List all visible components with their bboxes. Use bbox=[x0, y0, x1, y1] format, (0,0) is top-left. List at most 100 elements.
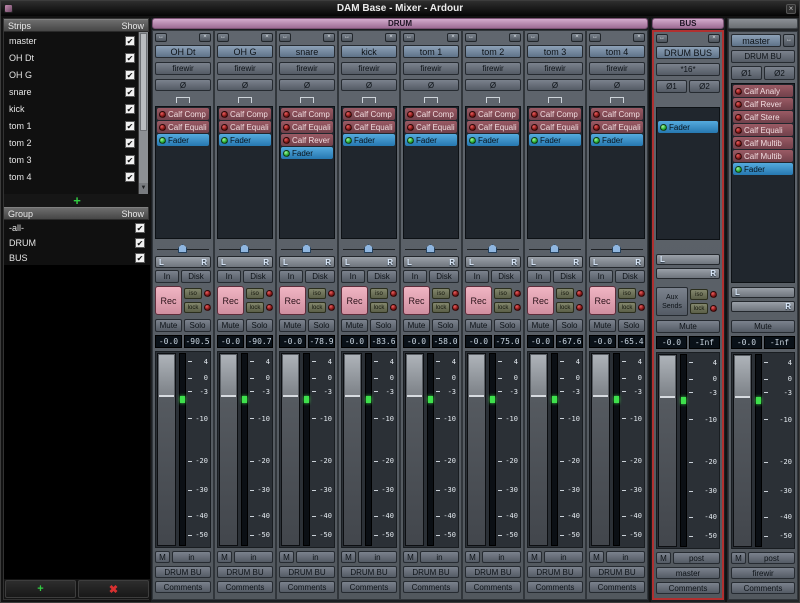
phase-button[interactable]: Ø bbox=[527, 79, 583, 91]
processor-active-led[interactable] bbox=[407, 111, 414, 118]
show-checkbox[interactable]: ✔ bbox=[135, 253, 145, 263]
group-list-item[interactable]: -all-✔ bbox=[4, 220, 150, 235]
show-checkbox[interactable]: ✔ bbox=[125, 70, 135, 80]
mute-button[interactable]: Mute bbox=[403, 319, 430, 332]
fader-processor[interactable]: Fader bbox=[281, 147, 333, 159]
gain-automation-button[interactable]: M bbox=[589, 551, 604, 563]
fader-processor[interactable]: Fader bbox=[219, 134, 271, 146]
input-monitor-button[interactable]: In bbox=[589, 270, 613, 283]
plugin-processor[interactable]: Calf Rever bbox=[733, 98, 793, 110]
metering-point-button[interactable]: in bbox=[544, 551, 583, 563]
add-strip-button[interactable]: + bbox=[73, 195, 81, 206]
mute-button[interactable]: Mute bbox=[527, 319, 554, 332]
pan-slider[interactable]: L R bbox=[527, 256, 583, 268]
plugin-processor[interactable]: Calf Multib bbox=[733, 137, 793, 149]
solo-isolate-button[interactable]: iso bbox=[184, 288, 202, 299]
comments-button[interactable]: Comments bbox=[341, 581, 397, 593]
input-button[interactable]: firewir bbox=[527, 62, 583, 75]
input-monitor-button[interactable]: In bbox=[403, 270, 427, 283]
pan-track[interactable] bbox=[527, 242, 583, 254]
processor-active-led[interactable] bbox=[735, 153, 742, 160]
metering-point-button[interactable]: in bbox=[482, 551, 521, 563]
fader-processor[interactable]: Fader bbox=[343, 134, 395, 146]
group-list-item[interactable]: DRUM✔ bbox=[4, 235, 150, 250]
input-monitor-button[interactable]: In bbox=[217, 270, 241, 283]
gain-display[interactable]: -0.0 bbox=[589, 335, 616, 348]
processor-active-led[interactable] bbox=[531, 137, 538, 144]
processor-active-led[interactable] bbox=[159, 111, 166, 118]
drum-group-tab[interactable]: DRUM bbox=[152, 18, 648, 29]
phase-button[interactable]: Ø bbox=[589, 79, 645, 91]
gain-fader[interactable] bbox=[529, 353, 548, 546]
plugin-processor[interactable]: Calf Rever bbox=[281, 134, 333, 146]
fader-handle[interactable] bbox=[593, 355, 608, 397]
peak-display[interactable]: -83.6 bbox=[370, 335, 397, 348]
processor-active-led[interactable] bbox=[735, 88, 742, 95]
gain-automation-button[interactable]: M bbox=[656, 552, 671, 564]
processor-box[interactable]: Calf CompCalf EqualiFader bbox=[403, 106, 459, 239]
plugin-processor[interactable]: Calf Comp bbox=[405, 108, 457, 120]
solo-lock-button[interactable]: lock bbox=[494, 302, 512, 313]
show-checkbox[interactable]: ✔ bbox=[125, 87, 135, 97]
input-button[interactable]: firewir bbox=[465, 62, 521, 75]
peak-display[interactable]: -67.6 bbox=[556, 335, 583, 348]
pan-position-marker[interactable] bbox=[612, 244, 621, 253]
group-tab-bracket[interactable] bbox=[215, 94, 275, 105]
fader-handle[interactable] bbox=[283, 355, 298, 397]
gain-display[interactable]: -0.0 bbox=[656, 336, 687, 349]
solo-isolate-button[interactable]: iso bbox=[690, 289, 708, 300]
bus-group-tab[interactable]: BUS bbox=[652, 18, 724, 29]
pan-track[interactable] bbox=[465, 242, 521, 254]
pan-right-slider[interactable]: R bbox=[731, 301, 795, 312]
strip-name-button[interactable]: kick bbox=[341, 45, 397, 58]
panner[interactable]: L R bbox=[155, 242, 211, 269]
processor-box[interactable]: Calf AnalyCalf ReverCalf StereCalf Equal… bbox=[731, 83, 795, 283]
solo-isolate-button[interactable]: iso bbox=[432, 288, 450, 299]
processor-active-led[interactable] bbox=[735, 114, 742, 121]
processor-active-led[interactable] bbox=[221, 111, 228, 118]
phase-button[interactable]: Ø bbox=[279, 79, 335, 91]
processor-active-led[interactable] bbox=[407, 137, 414, 144]
input-button[interactable]: firewir bbox=[155, 62, 211, 75]
fader-handle[interactable] bbox=[159, 355, 174, 397]
add-group-button[interactable]: + bbox=[5, 580, 76, 598]
panner[interactable]: L R bbox=[341, 242, 397, 269]
strip-name-button[interactable]: OH Dt bbox=[155, 45, 211, 58]
pan-slider[interactable]: L R bbox=[341, 256, 397, 268]
processor-box[interactable]: Calf CompCalf EqualiFader bbox=[155, 106, 211, 239]
strip-width-button[interactable]: ↔ bbox=[783, 34, 795, 47]
fader-processor[interactable]: Fader bbox=[733, 163, 793, 175]
strip-width-button[interactable]: ↔ bbox=[341, 33, 353, 42]
plugin-processor[interactable]: Calf Equali bbox=[219, 121, 271, 133]
gain-fader[interactable] bbox=[219, 353, 238, 546]
record-enable-button[interactable]: Rec bbox=[589, 286, 616, 315]
gain-automation-button[interactable]: M bbox=[155, 551, 170, 563]
gain-fader[interactable] bbox=[591, 353, 610, 546]
disk-monitor-button[interactable]: Disk bbox=[491, 270, 521, 283]
plugin-processor[interactable]: Calf Comp bbox=[157, 108, 209, 120]
processor-active-led[interactable] bbox=[283, 111, 290, 118]
strip-hide-button[interactable]: × bbox=[633, 33, 645, 42]
comments-button[interactable]: Comments bbox=[465, 581, 521, 593]
solo-lock-button[interactable]: lock bbox=[308, 302, 326, 313]
metering-point-button[interactable]: in bbox=[420, 551, 459, 563]
panner[interactable]: L R bbox=[279, 242, 335, 269]
panner[interactable]: L R bbox=[731, 287, 795, 316]
gain-fader[interactable] bbox=[157, 353, 176, 546]
show-checkbox[interactable]: ✔ bbox=[135, 223, 145, 233]
pan-position-marker[interactable] bbox=[488, 244, 497, 253]
strip-hide-button[interactable]: × bbox=[571, 33, 583, 42]
solo-isolate-button[interactable]: iso bbox=[308, 288, 326, 299]
group-tab-bracket[interactable] bbox=[339, 94, 399, 105]
mute-button[interactable]: Mute bbox=[465, 319, 492, 332]
output-button[interactable]: firewir bbox=[731, 567, 795, 579]
output-button[interactable]: DRUM BU bbox=[341, 566, 397, 578]
panner[interactable]: L R bbox=[217, 242, 273, 269]
strip-name-button[interactable]: tom 1 bbox=[403, 45, 459, 58]
show-checkbox[interactable]: ✔ bbox=[125, 121, 135, 131]
metering-point-button[interactable]: in bbox=[606, 551, 645, 563]
record-enable-button[interactable]: Rec bbox=[279, 286, 306, 315]
peak-display[interactable]: -75.0 bbox=[494, 335, 521, 348]
processor-active-led[interactable] bbox=[593, 124, 600, 131]
processor-active-led[interactable] bbox=[735, 127, 742, 134]
